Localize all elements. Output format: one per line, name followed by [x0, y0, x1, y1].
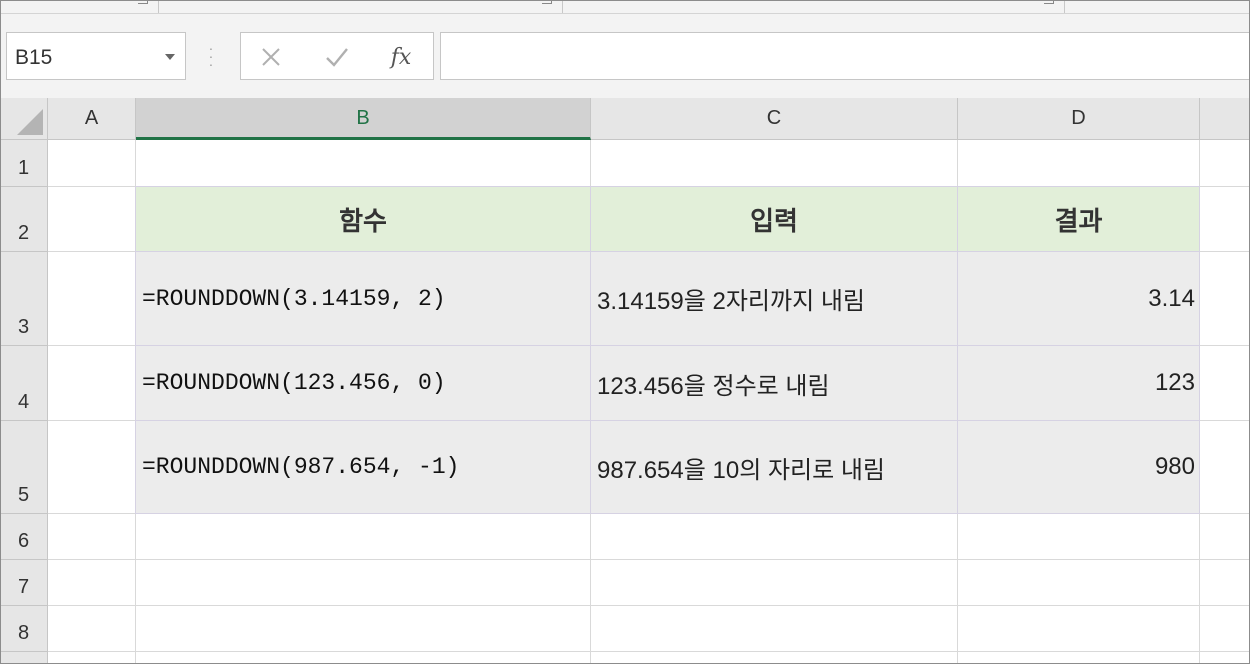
- table-cell-result[interactable]: 123: [957, 345, 1200, 421]
- dialog-launcher-icon[interactable]: [138, 0, 148, 4]
- row-header-8[interactable]: 8: [0, 606, 48, 652]
- name-box-value: B15: [15, 46, 53, 69]
- row-number: 1: [17, 157, 30, 179]
- row-header-3[interactable]: 3: [0, 252, 48, 346]
- worksheet-grid: A B C D 1 2 3 4 5 6 7 8 함수 입력 결과 =ROUNDD…: [0, 98, 1250, 664]
- gridline: [48, 651, 1250, 652]
- ribbon-group-labels: [0, 0, 1250, 14]
- column-header-a[interactable]: A: [48, 98, 136, 140]
- row-number: 7: [17, 576, 30, 598]
- column-header-e[interactable]: [1200, 98, 1250, 140]
- chevron-down-icon[interactable]: [165, 54, 175, 60]
- table-cell-formula[interactable]: =ROUNDDOWN(3.14159, 2): [135, 251, 591, 346]
- row-number: 3: [17, 316, 30, 338]
- row-header-2[interactable]: 2: [0, 187, 48, 252]
- row-number: 8: [17, 622, 30, 644]
- ribbon-separator: [158, 0, 159, 13]
- formula-input[interactable]: [440, 32, 1250, 80]
- more-dots-icon: · · ·: [208, 40, 214, 72]
- table-cell-result[interactable]: 980: [957, 420, 1200, 514]
- ribbon-separator: [1064, 0, 1065, 13]
- row-header-4[interactable]: 4: [0, 346, 48, 421]
- row-number: 5: [17, 484, 30, 506]
- row-header-7[interactable]: 7: [0, 560, 48, 606]
- insert-function-button[interactable]: fx: [381, 42, 421, 72]
- table-header-input[interactable]: 입력: [590, 186, 958, 252]
- column-header-d[interactable]: D: [958, 98, 1200, 140]
- table-cell-description[interactable]: 123.456을 정수로 내림: [590, 345, 958, 421]
- row-number: 6: [17, 530, 30, 552]
- cancel-icon[interactable]: [251, 42, 291, 72]
- table-header-result[interactable]: 결과: [957, 186, 1200, 252]
- table-cell-description[interactable]: 987.654을 10의 자리로 내림: [590, 420, 958, 514]
- select-all-icon: [17, 109, 43, 135]
- ribbon-separator: [562, 0, 563, 13]
- gridline: [48, 605, 1250, 606]
- row-header-9[interactable]: [0, 652, 48, 664]
- formula-bar-row: B15 · · · fx: [0, 14, 1250, 98]
- table-header-function[interactable]: 함수: [135, 186, 591, 252]
- row-number: 4: [17, 391, 30, 413]
- table-cell-formula[interactable]: =ROUNDDOWN(987.654, -1): [135, 420, 591, 514]
- table-cell-result[interactable]: 3.14: [957, 251, 1200, 346]
- table-cell-formula[interactable]: =ROUNDDOWN(123.456, 0): [135, 345, 591, 421]
- row-header-1[interactable]: 1: [0, 140, 48, 187]
- enter-check-icon[interactable]: [317, 42, 357, 72]
- table-cell-description[interactable]: 3.14159을 2자리까지 내림: [590, 251, 958, 346]
- row-header-6[interactable]: 6: [0, 514, 48, 560]
- column-header-b[interactable]: B: [136, 98, 591, 140]
- formula-buttons: fx: [240, 32, 434, 80]
- dialog-launcher-icon[interactable]: [1044, 0, 1054, 4]
- select-all-button[interactable]: [0, 98, 48, 140]
- name-box[interactable]: B15: [6, 32, 186, 80]
- dialog-launcher-icon[interactable]: [542, 0, 552, 4]
- gridline: [48, 559, 1250, 560]
- row-header-5[interactable]: 5: [0, 421, 48, 514]
- column-header-c[interactable]: C: [591, 98, 958, 140]
- row-number: 2: [17, 222, 30, 244]
- fx-icon: fx: [390, 44, 412, 70]
